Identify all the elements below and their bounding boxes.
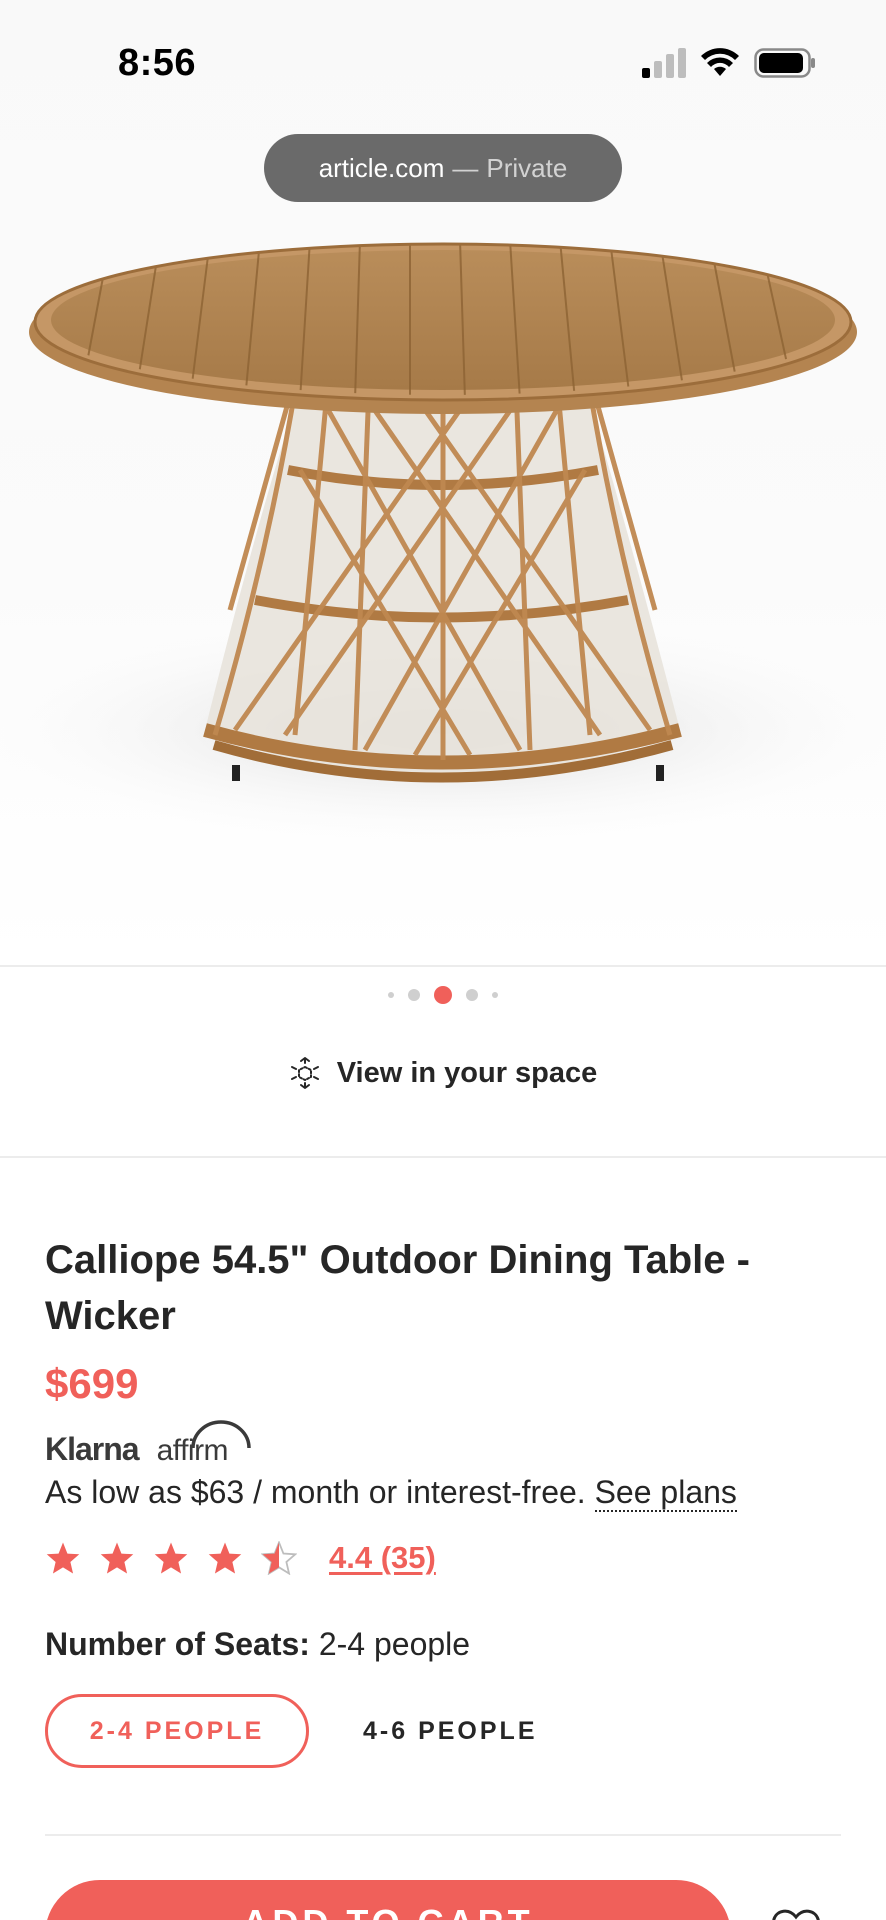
carousel-dot[interactable] <box>466 989 478 1001</box>
carousel-indicator[interactable] <box>0 980 886 1010</box>
seats-label-title: Number of Seats: <box>45 1626 310 1662</box>
wifi-icon <box>701 48 739 76</box>
star-full-icon <box>100 1542 134 1574</box>
product-price: $699 <box>45 1360 139 1407</box>
cellular-signal-icon <box>642 48 686 78</box>
heart-icon[interactable] <box>766 1900 826 1920</box>
battery-icon <box>754 48 815 78</box>
seats-option-4-6[interactable]: 4-6 PEOPLE <box>363 1694 538 1768</box>
url-separator: — <box>452 152 479 183</box>
image-divider <box>0 965 886 967</box>
seats-options: 2-4 PEOPLE 4-6 PEOPLE <box>45 1694 538 1768</box>
star-half-icon <box>261 1541 297 1575</box>
view-in-space-button[interactable]: View in your space <box>0 1050 886 1096</box>
financing-description: As low as $63 / month or interest-free. <box>45 1474 586 1510</box>
carousel-dot-active[interactable] <box>434 986 452 1004</box>
url-domain: article.com <box>318 152 445 183</box>
url-private-mode: Private <box>486 152 568 183</box>
status-time: 8:56 <box>118 42 197 84</box>
star-full-icon <box>46 1542 80 1574</box>
section-divider <box>45 1834 841 1836</box>
klarna-logo: Klarna <box>45 1431 140 1467</box>
browser-url-pill[interactable]: article.com — Private <box>264 134 622 202</box>
seats-label-value: 2-4 people <box>318 1626 471 1662</box>
affirm-arc-icon <box>190 1420 251 1449</box>
product-image-area: 8:56 article.com — Private <box>0 0 886 965</box>
carousel-dot[interactable] <box>388 992 394 998</box>
see-plans-link[interactable]: See plans <box>594 1474 737 1512</box>
section-divider <box>0 1156 886 1158</box>
affirm-logo: affirm <box>157 1420 251 1468</box>
product-title: Calliope 54.5" Outdoor Dining Table - Wi… <box>45 1238 750 1338</box>
star-full-icon <box>154 1542 188 1574</box>
status-icons <box>642 48 816 78</box>
star-full-icon <box>208 1542 242 1574</box>
product-photo-table[interactable] <box>0 210 886 890</box>
ar-cube-icon <box>290 1057 319 1089</box>
seats-selection-label: Number of Seats: 2-4 people <box>45 1626 470 1663</box>
financing-text: As low as $63 / month or interest-free. … <box>45 1474 737 1512</box>
carousel-dot[interactable] <box>408 989 420 1001</box>
rating-reviews-link[interactable]: 4.4 (35) <box>329 1540 436 1576</box>
financing-logos: Klarna affirm <box>45 1420 251 1468</box>
product-rating[interactable]: 4.4 (35) <box>45 1540 436 1576</box>
add-to-cart-button[interactable]: ADD TO CART <box>45 1880 731 1920</box>
rating-stars <box>45 1541 297 1575</box>
status-bar: 8:56 <box>0 0 886 130</box>
seats-option-2-4[interactable]: 2-4 PEOPLE <box>45 1694 309 1768</box>
carousel-dot[interactable] <box>492 992 498 998</box>
view-in-space-label: View in your space <box>336 1056 598 1089</box>
